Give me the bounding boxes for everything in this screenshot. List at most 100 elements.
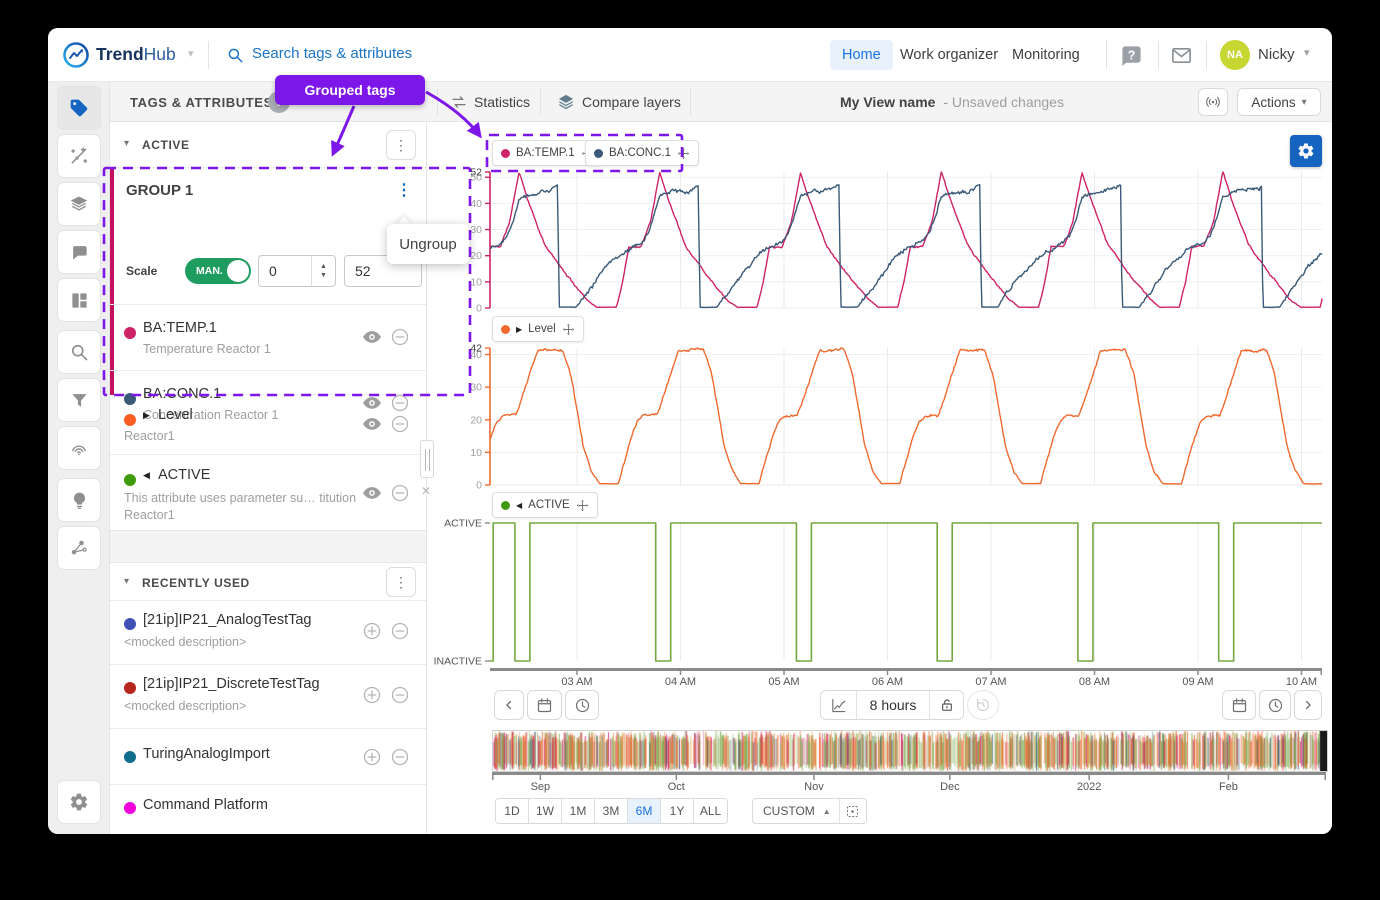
start-time-button[interactable]: [565, 690, 599, 720]
context-overview-bar[interactable]: [492, 730, 1328, 772]
group-menu-button[interactable]: ⋮: [390, 178, 418, 202]
chart-settings-button[interactable]: [1290, 135, 1322, 167]
range-all[interactable]: ALL: [694, 799, 727, 823]
series-color-dot: [501, 325, 510, 334]
nav-monitoring[interactable]: Monitoring: [1012, 40, 1080, 70]
app-window: TrendHub ▾ Search tags & attributes Home…: [48, 28, 1332, 834]
range-1y[interactable]: 1Y: [661, 799, 694, 823]
rail-filter-button[interactable]: [57, 378, 101, 422]
recent-color-dot: [124, 802, 136, 814]
live-mode-button[interactable]: [1198, 88, 1228, 116]
active-section-caret-icon[interactable]: ▾: [124, 138, 129, 149]
add-plus-icon[interactable]: [362, 685, 382, 705]
custom-range-button[interactable]: CUSTOM: [753, 804, 823, 818]
actions-button[interactable]: Actions▾: [1237, 88, 1321, 116]
attribute-row-active[interactable]: ◀ ACTIVE This attribute uses parameter s…: [110, 455, 426, 530]
recent-row[interactable]: [21ip]IP21_AnalogTestTag <mocked descrip…: [110, 601, 426, 665]
range-1d[interactable]: 1D: [496, 799, 529, 823]
tab-compare-layers[interactable]: Compare layers: [582, 94, 681, 110]
broadcast-icon: [1205, 94, 1221, 110]
window-duration-label[interactable]: 8 hours: [857, 691, 929, 719]
add-plus-icon[interactable]: [362, 747, 382, 767]
tag-row-temp[interactable]: BA:TEMP.1 Temperature Reactor 1: [110, 304, 426, 370]
recent-row[interactable]: Command Platform: [110, 785, 426, 834]
move-icon[interactable]: [576, 499, 589, 512]
recent-section-menu-button[interactable]: ⋮: [386, 567, 416, 597]
recent-row[interactable]: [21ip]IP21_DiscreteTestTag <mocked descr…: [110, 665, 426, 729]
end-time-button[interactable]: [1259, 690, 1291, 720]
trend-plots[interactable]: 010203040505201020304042ACTIVEINACTIVE03…: [427, 122, 1332, 834]
scale-min-input[interactable]: 0 ▲▼: [258, 255, 336, 287]
rail-recommendations-button[interactable]: [57, 478, 101, 522]
tags-panel: ▾ ACTIVE ⋮ GROUP 1 ⋮ Scale MAN. 0 ▲▼ 52: [110, 122, 427, 834]
rail-layers-button[interactable]: [57, 182, 101, 226]
add-plus-icon[interactable]: [362, 621, 382, 641]
remove-minus-icon[interactable]: [390, 414, 410, 434]
user-menu[interactable]: Nicky: [1258, 44, 1295, 66]
rail-settings-button[interactable]: [57, 780, 101, 824]
tag-color-dot: [124, 327, 136, 339]
svg-text:Feb: Feb: [1219, 781, 1238, 793]
history-reset-button[interactable]: [967, 690, 999, 720]
left-icon-rail: [48, 82, 110, 834]
active-section-menu-button[interactable]: ⋮: [386, 130, 416, 160]
panel-tab-label[interactable]: TAGS & ATTRIBUTES: [130, 95, 273, 110]
panel-splitter-handle[interactable]: [420, 440, 434, 478]
tab-statistics[interactable]: Statistics: [474, 94, 530, 110]
lock-duration-button[interactable]: [929, 691, 963, 719]
remove-minus-icon[interactable]: [390, 327, 410, 347]
rail-ml-nodes-button[interactable]: [57, 526, 101, 570]
rail-fingerprint-button[interactable]: [57, 426, 101, 470]
legend-chip-active[interactable]: ◀ ACTIVE: [492, 492, 598, 518]
visibility-eye-icon[interactable]: [362, 483, 382, 503]
step-back-button[interactable]: [494, 690, 524, 720]
brand-caret-icon[interactable]: ▾: [188, 47, 194, 60]
range-6m[interactable]: 6M: [628, 799, 661, 823]
remove-minus-icon[interactable]: [390, 685, 410, 705]
start-date-button[interactable]: [527, 690, 562, 720]
recent-name: [21ip]IP21_DiscreteTestTag: [143, 676, 320, 692]
ungroup-menu-item[interactable]: Ungroup: [387, 224, 469, 264]
range-1w[interactable]: 1W: [529, 799, 562, 823]
svg-text:30: 30: [470, 382, 482, 394]
min-stepper[interactable]: ▲▼: [311, 256, 335, 286]
help-icon[interactable]: [1120, 44, 1143, 67]
range-3m[interactable]: 3M: [595, 799, 628, 823]
search-icon: [226, 46, 244, 64]
remove-minus-icon[interactable]: [390, 747, 410, 767]
svg-text:10: 10: [470, 447, 482, 459]
panel-collapse-close-icon[interactable]: ✕: [421, 484, 431, 498]
move-icon[interactable]: [677, 147, 690, 160]
scale-mode-toggle[interactable]: MAN.: [185, 258, 251, 284]
move-icon[interactable]: [562, 323, 575, 336]
direction-arrow-icon: ▶: [143, 410, 150, 421]
nav-work-organizer[interactable]: Work organizer: [900, 40, 998, 70]
legend-chip-level[interactable]: ▶ Level: [492, 316, 584, 342]
visibility-eye-icon[interactable]: [362, 327, 382, 347]
visibility-eye-icon[interactable]: [362, 414, 382, 434]
recent-row[interactable]: TuringAnalogImport: [110, 729, 426, 785]
svg-text:30: 30: [470, 224, 482, 236]
rail-context-button[interactable]: [57, 134, 101, 178]
legend-chip-conc[interactable]: BA:CONC.1: [585, 140, 699, 166]
tag-desc: Temperature Reactor 1: [143, 342, 271, 356]
rail-tags-button[interactable]: [57, 86, 101, 130]
mail-icon[interactable]: [1170, 44, 1193, 67]
range-1m[interactable]: 1M: [562, 799, 595, 823]
rail-comments-button[interactable]: [57, 230, 101, 274]
custom-target-button[interactable]: [840, 804, 866, 819]
brand[interactable]: TrendHub: [96, 44, 176, 65]
remove-minus-icon[interactable]: [390, 621, 410, 641]
rail-search-button[interactable]: [57, 330, 101, 374]
nav-home[interactable]: Home: [830, 40, 893, 70]
remove-minus-icon[interactable]: [390, 483, 410, 503]
step-forward-button[interactable]: [1294, 690, 1322, 720]
attribute-row-level[interactable]: ▶ Level Reactor1: [110, 395, 426, 455]
search-input[interactable]: Search tags & attributes: [252, 45, 412, 62]
recent-color-dot: [124, 618, 136, 630]
recent-section-caret-icon[interactable]: ▾: [124, 576, 129, 587]
trend-compare-button[interactable]: [821, 691, 857, 719]
end-date-button[interactable]: [1222, 690, 1256, 720]
avatar[interactable]: NA: [1220, 40, 1250, 70]
rail-dashboard-button[interactable]: [57, 278, 101, 322]
